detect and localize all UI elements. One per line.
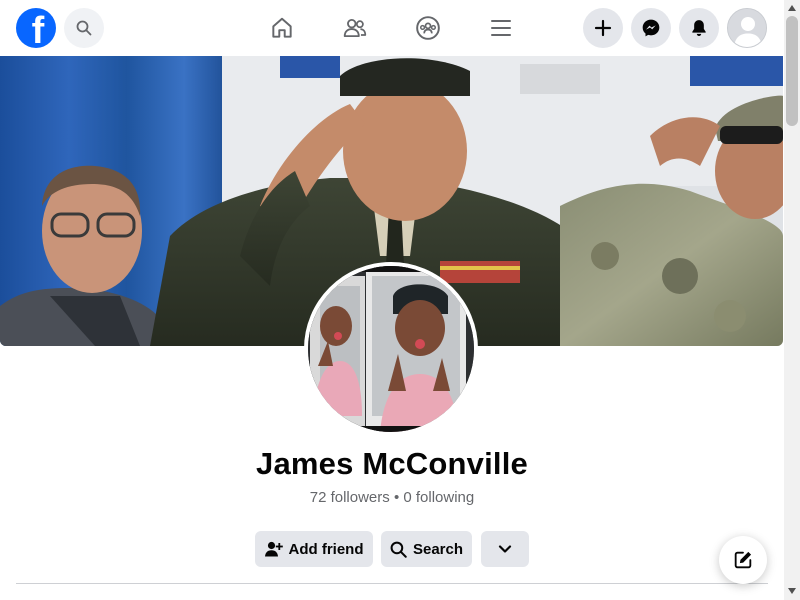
messenger-icon xyxy=(642,19,660,37)
search-icon-wrap xyxy=(390,541,407,558)
nav-friends[interactable] xyxy=(339,12,371,44)
top-navigation-bar: f xyxy=(0,0,784,56)
compose-icon xyxy=(734,551,752,569)
avatar-icon xyxy=(728,9,766,47)
search-profile-button[interactable]: Search xyxy=(381,531,472,567)
search-icon xyxy=(390,541,407,558)
chevron-down-icon xyxy=(498,545,512,553)
scroll-up-arrow[interactable] xyxy=(784,1,800,15)
search-button[interactable] xyxy=(64,8,104,48)
triangle-down-icon xyxy=(788,588,796,594)
notifications-button[interactable] xyxy=(679,8,719,48)
add-friend-icon-wrap xyxy=(264,541,283,557)
profile-stats: 72 followers • 0 following xyxy=(309,489,475,506)
add-friend-button[interactable]: Add friend xyxy=(255,531,373,567)
groups-icon xyxy=(416,16,440,40)
search-icon xyxy=(76,20,92,36)
plus-icon xyxy=(594,19,612,37)
create-button[interactable] xyxy=(583,8,623,48)
more-options-button[interactable] xyxy=(481,531,529,567)
section-divider xyxy=(16,583,768,584)
friends-icon xyxy=(343,18,367,38)
account-avatar-button[interactable] xyxy=(727,8,767,48)
add-friend-label: Add friend xyxy=(288,540,364,558)
facebook-logo-letter: f xyxy=(31,10,45,48)
nav-groups[interactable] xyxy=(412,12,444,44)
nav-menu[interactable] xyxy=(485,12,517,44)
facebook-logo[interactable]: f xyxy=(16,8,56,48)
add-friend-icon xyxy=(264,541,283,557)
triangle-up-icon xyxy=(788,5,796,11)
menu-icon xyxy=(491,20,511,36)
search-profile-label: Search xyxy=(412,540,464,558)
profile-name: James McConville xyxy=(256,446,528,481)
profile-picture-photo xyxy=(308,266,474,432)
new-message-button[interactable] xyxy=(719,536,767,584)
scrollbar-thumb[interactable] xyxy=(786,16,798,126)
bell-icon xyxy=(692,20,706,36)
home-icon xyxy=(272,17,292,38)
nav-home[interactable] xyxy=(266,12,298,44)
profile-picture[interactable] xyxy=(304,262,478,436)
scroll-down-arrow[interactable] xyxy=(784,584,800,598)
messenger-button[interactable] xyxy=(631,8,671,48)
